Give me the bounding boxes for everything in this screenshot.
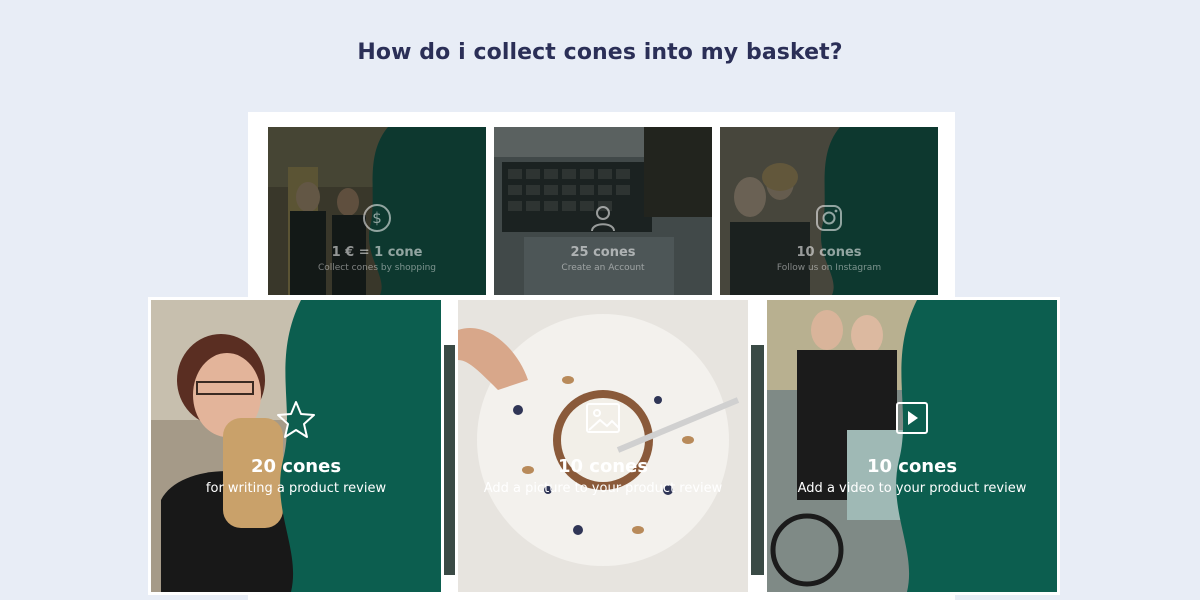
card-heading: 25 cones bbox=[570, 245, 636, 260]
card-heading: 10 cones bbox=[557, 456, 649, 477]
star-icon bbox=[277, 401, 315, 438]
card-account[interactable]: 25 cones Create an Account bbox=[494, 127, 712, 295]
dollar-coin-icon: $ bbox=[363, 204, 391, 232]
card-video-review[interactable]: 10 cones Add a video to your product rev… bbox=[764, 297, 1060, 595]
card-heading: 10 cones bbox=[796, 245, 862, 260]
card-product-review[interactable]: 20 cones for writing a product review bbox=[148, 297, 444, 595]
image-icon bbox=[586, 403, 620, 433]
card-subtitle: Follow us on Instagram bbox=[776, 263, 882, 273]
card-instagram[interactable]: 10 cones Follow us on Instagram bbox=[720, 127, 938, 295]
bowl-photo bbox=[458, 300, 748, 592]
card-subtitle: Collect cones by shopping bbox=[317, 263, 437, 273]
card-picture-review[interactable]: 10 cones Add a picture to your product r… bbox=[455, 297, 751, 595]
svg-text:$: $ bbox=[372, 209, 382, 227]
instagram-icon bbox=[816, 205, 842, 231]
page-title: How do i collect cones into my basket? bbox=[357, 40, 843, 65]
card-subtitle: for writing a product review bbox=[205, 481, 387, 496]
card-shopping[interactable]: $ 1 € = 1 cone Collect cones by shopping bbox=[268, 127, 486, 295]
card-heading: 20 cones bbox=[250, 456, 342, 477]
card-heading: 1 € = 1 cone bbox=[331, 245, 423, 260]
user-icon bbox=[591, 206, 615, 232]
green-curve bbox=[896, 300, 1057, 592]
card-heading: 10 cones bbox=[866, 456, 958, 477]
video-play-icon bbox=[896, 402, 928, 434]
green-curve bbox=[280, 300, 441, 592]
card-subtitle: Add a picture to your product review bbox=[483, 481, 723, 496]
card-subtitle: Create an Account bbox=[561, 263, 645, 273]
card-subtitle: Add a video to your product review bbox=[797, 481, 1027, 496]
